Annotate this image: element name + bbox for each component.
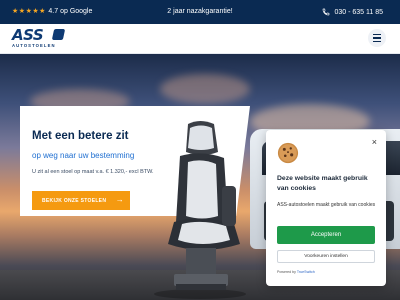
- phone-link[interactable]: 030 - 635 11 85: [322, 8, 383, 16]
- close-icon[interactable]: ×: [372, 138, 377, 147]
- menu-icon: [373, 34, 381, 36]
- view-seats-label: BEKIJK ONZE STOELEN: [42, 197, 107, 204]
- cloud: [160, 74, 250, 104]
- view-seats-button[interactable]: BEKIJK ONZE STOELEN →: [32, 191, 130, 210]
- hero-subtitle: op weg naar uw bestemming: [32, 151, 135, 160]
- cookie-title: Deze website maakt gebruik van cookies: [277, 175, 368, 192]
- hero-price-line: U zit al een stoel op maat v.a. € 1.320,…: [32, 169, 154, 175]
- logo-subtitle: AUTOSTOELEN: [12, 43, 56, 48]
- arrow-right-icon: →: [115, 195, 124, 204]
- logo[interactable]: ASS AUTOSTOELEN: [12, 28, 76, 50]
- powered-by: Powered by TrueSwitch: [277, 270, 315, 274]
- logo-brand: ASS: [12, 26, 44, 44]
- menu-icon-line: [373, 37, 381, 39]
- logo-mark-icon: [51, 29, 66, 40]
- phone-number: 030 - 635 11 85: [334, 8, 383, 16]
- cookie-icon: [277, 142, 299, 164]
- site-header: ASS AUTOSTOELEN: [0, 24, 400, 54]
- menu-button[interactable]: [368, 29, 386, 47]
- powered-by-prefix: Powered by: [277, 270, 296, 274]
- powered-by-link[interactable]: TrueSwitch: [297, 270, 315, 274]
- seat-image: [154, 121, 246, 299]
- cookie-description: ASS-autostoelen maakt gebruik van cookie…: [277, 202, 376, 208]
- menu-icon-line: [373, 40, 381, 42]
- cookie-preferences-button[interactable]: Voorkeuren instellen: [277, 250, 375, 263]
- accept-cookies-button[interactable]: Accepteren: [277, 226, 375, 244]
- phone-icon: [323, 8, 330, 16]
- hero-title: Met een betere zit: [32, 130, 129, 142]
- top-bar: ★ ★ ★ ★ ★ 4.7 op Google 2 jaar nazakgarantie…: [0, 0, 400, 24]
- cookie-consent-dialog: × Deze website maakt gebruik van cookies…: [266, 130, 386, 286]
